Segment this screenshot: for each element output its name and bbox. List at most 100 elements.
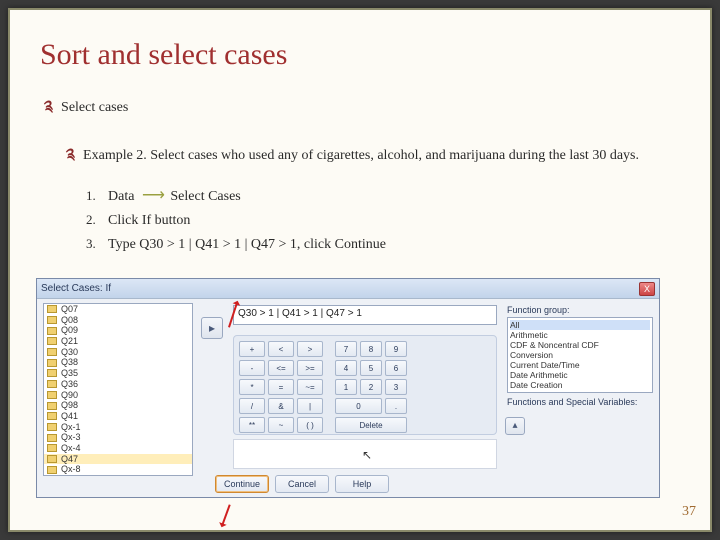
function-group-item[interactable]: Current Date/Time xyxy=(510,360,650,370)
variable-item[interactable]: Q21 xyxy=(44,336,192,347)
dialog-title: Select Cases: If xyxy=(41,283,111,294)
variable-label: Q08 xyxy=(61,315,78,326)
keypad-button[interactable]: . xyxy=(385,398,407,414)
function-group-list[interactable]: AllArithmeticCDF & Noncentral CDFConvers… xyxy=(507,317,653,393)
keypad-button[interactable]: * xyxy=(239,379,265,395)
step-2: 2. Click If button xyxy=(86,212,682,230)
keypad-button[interactable]: 8 xyxy=(360,341,382,357)
bullet-text: Select cases xyxy=(61,99,128,117)
function-group-item[interactable]: Date Arithmetic xyxy=(510,370,650,380)
variable-label: Q30 xyxy=(61,347,78,358)
variable-item[interactable]: Qx-1 xyxy=(44,422,192,433)
keypad-button[interactable]: / xyxy=(239,398,265,414)
keypad-button[interactable]: - xyxy=(239,360,265,376)
variable-item[interactable]: Q35 xyxy=(44,368,192,379)
keypad-button[interactable]: | xyxy=(297,398,323,414)
keypad-button[interactable]: ~= xyxy=(297,379,323,395)
variable-label: Q09 xyxy=(61,325,78,336)
keypad-button[interactable]: ( ) xyxy=(297,417,323,433)
variable-icon xyxy=(47,359,57,367)
expression-input[interactable]: Q30 > 1 | Q41 > 1 | Q47 > 1 xyxy=(233,305,497,325)
variable-label: Q35 xyxy=(61,368,78,379)
variable-item[interactable]: Q08 xyxy=(44,315,192,326)
keypad-button[interactable]: & xyxy=(268,398,294,414)
variable-label: Q47 xyxy=(61,454,78,465)
slide-title: Sort and select cases xyxy=(40,38,682,72)
dialog-titlebar: Select Cases: If X xyxy=(37,279,659,299)
keypad-button[interactable]: 0 xyxy=(335,398,382,414)
move-right-button[interactable]: ▸ xyxy=(201,317,223,339)
variable-label: Qx-1 xyxy=(61,422,81,433)
spss-dialog: Select Cases: If X Q07Q08Q09Q21Q30Q38Q35… xyxy=(36,278,660,498)
bullet-level2: ༉ Example 2. Select cases who used any o… xyxy=(66,138,682,180)
function-panel: Function group: AllArithmeticCDF & Nonce… xyxy=(507,305,653,441)
description-area: ↖ xyxy=(233,439,497,469)
keypad-button[interactable]: 2 xyxy=(360,379,382,395)
cancel-button[interactable]: Cancel xyxy=(275,475,329,493)
keypad-button[interactable]: Delete xyxy=(335,417,407,433)
variable-label: Q98 xyxy=(61,400,78,411)
keypad-button[interactable]: ** xyxy=(239,417,265,433)
keypad-button[interactable]: 7 xyxy=(335,341,357,357)
continue-button[interactable]: Continue xyxy=(215,475,269,493)
variable-icon xyxy=(47,380,57,388)
insert-function-button[interactable]: ▴ xyxy=(505,417,525,435)
variable-icon xyxy=(47,466,57,474)
variable-label: Q41 xyxy=(61,411,78,422)
variable-item[interactable]: Q41 xyxy=(44,411,192,422)
page-number: 37 xyxy=(682,504,696,520)
dialog-body: Q07Q08Q09Q21Q30Q38Q35Q36Q90Q98Q41Qx-1Qx-… xyxy=(37,299,659,497)
keypad-button[interactable]: 4 xyxy=(335,360,357,376)
keypad-button[interactable]: 5 xyxy=(360,360,382,376)
function-group-item[interactable]: Conversion xyxy=(510,350,650,360)
keypad-button[interactable]: < xyxy=(268,341,294,357)
variable-item[interactable]: Qx-8 xyxy=(44,464,192,475)
step-number: 2. xyxy=(86,212,100,228)
function-group-item[interactable]: Date Creation xyxy=(510,380,650,390)
variable-icon xyxy=(47,391,57,399)
keypad-button[interactable]: 3 xyxy=(385,379,407,395)
variable-item[interactable]: Q47 xyxy=(44,454,192,465)
variable-label: Qx-3 xyxy=(61,432,81,443)
keypad-button[interactable]: 9 xyxy=(385,341,407,357)
variable-list[interactable]: Q07Q08Q09Q21Q30Q38Q35Q36Q90Q98Q41Qx-1Qx-… xyxy=(43,303,193,476)
variable-label: Q38 xyxy=(61,357,78,368)
variable-item[interactable]: Q30 xyxy=(44,347,192,358)
variable-icon xyxy=(47,444,57,452)
bullet-icon: ༉ xyxy=(44,90,53,132)
variable-item[interactable]: Q07 xyxy=(44,304,192,315)
keypad-button[interactable]: > xyxy=(297,341,323,357)
keypad-button[interactable]: = xyxy=(268,379,294,395)
function-group-item[interactable]: All xyxy=(510,320,650,330)
step-text: Type Q30 > 1 | Q41 > 1 | Q47 > 1, click … xyxy=(108,236,386,254)
keypad-button[interactable]: 6 xyxy=(385,360,407,376)
keypad-button[interactable]: 1 xyxy=(335,379,357,395)
variable-item[interactable]: Q98 xyxy=(44,400,192,411)
variable-item[interactable]: Qx-4 xyxy=(44,443,192,454)
keypad-button[interactable]: ~ xyxy=(268,417,294,433)
bullet-text: Example 2. Select cases who used any of … xyxy=(83,147,639,165)
variable-item[interactable]: Qx-3 xyxy=(44,432,192,443)
keypad-button[interactable]: <= xyxy=(268,360,294,376)
arrow-icon: ⟶ xyxy=(138,187,167,204)
keypad: +<>789 -<=>= 456 *=~= 123 /&| 0. **~( ) Delete xyxy=(233,335,497,435)
keypad-button[interactable]: + xyxy=(239,341,265,357)
step1-part-a: Data xyxy=(108,189,134,204)
variable-icon xyxy=(47,412,57,420)
step-text: Data ⟶ Select Cases xyxy=(108,186,241,206)
variable-icon xyxy=(47,348,57,356)
function-group-item[interactable]: Arithmetic xyxy=(510,330,650,340)
keypad-button[interactable]: >= xyxy=(297,360,323,376)
bullet-level1: ༉ Select cases xyxy=(44,90,682,132)
variable-item[interactable]: Q36 xyxy=(44,379,192,390)
variable-item[interactable]: Q38 xyxy=(44,357,192,368)
help-button[interactable]: Help xyxy=(335,475,389,493)
variable-icon xyxy=(47,369,57,377)
variable-item[interactable]: Q90 xyxy=(44,390,192,401)
variable-label: Qx-4 xyxy=(61,443,81,454)
variable-icon xyxy=(47,423,57,431)
variable-item[interactable]: Q09 xyxy=(44,325,192,336)
close-icon[interactable]: X xyxy=(639,282,655,296)
variable-label: Q36 xyxy=(61,379,78,390)
function-group-item[interactable]: CDF & Noncentral CDF xyxy=(510,340,650,350)
